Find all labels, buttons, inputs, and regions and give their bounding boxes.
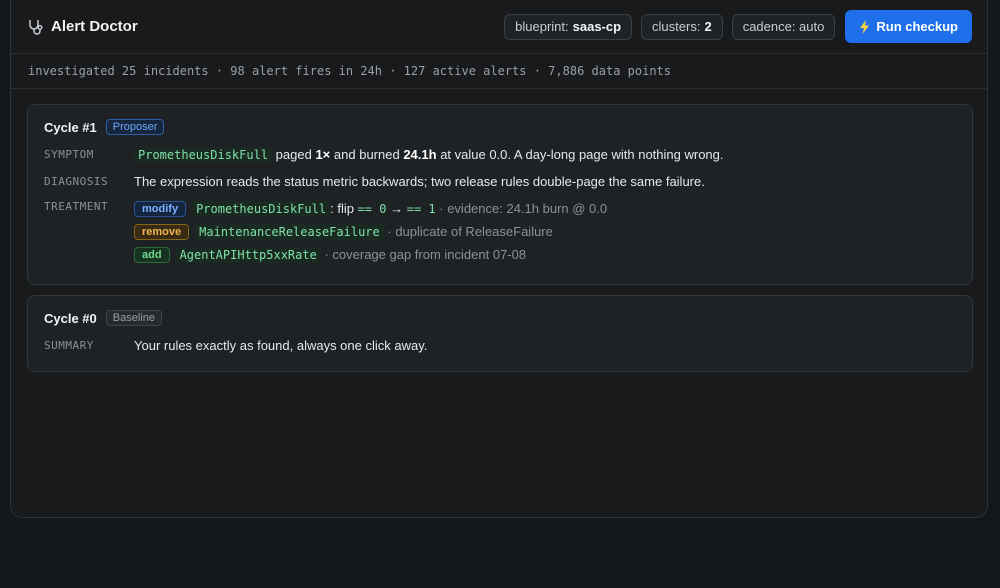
alert-doctor-panel: Alert Doctor blueprint: saas-cp clusters…: [10, 0, 988, 518]
cadence-selector[interactable]: cadence: auto: [731, 13, 836, 40]
cycle-card: Cycle #0 Baseline SUMMARY Your rules exa…: [27, 295, 973, 372]
expr-from: == 0: [357, 201, 387, 216]
cycle-card: Cycle #1 Proposer SYMPTOM PrometheusDisk…: [27, 104, 973, 285]
expr-to: == 1: [406, 201, 436, 216]
treatment-label: TREATMENT: [44, 200, 109, 213]
symptom-part: paged: [275, 147, 312, 162]
baseline-badge: Baseline: [105, 310, 162, 326]
diagnosis-text: The expression reads the status metric b…: [134, 174, 705, 189]
clusters-value: 2: [704, 19, 712, 34]
arrow-icon: →: [390, 201, 404, 216]
treatment-note: · coverage gap from incident 07-08: [324, 247, 527, 262]
burn-duration: 24.1h: [403, 147, 437, 162]
app-title: Alert Doctor: [51, 18, 138, 35]
diagnosis-label: DIAGNOSIS: [44, 175, 109, 188]
lightning-icon: [859, 19, 870, 34]
diagnosis-row: DIAGNOSIS The expression reads the statu…: [44, 174, 972, 189]
rule-name: AgentAPIHttp5xxRate: [175, 246, 321, 263]
treatment-item: add AgentAPIHttp5xxRate · coverage gap f…: [134, 243, 607, 266]
treatment-note: · evidence: 24.1h burn @ 0.0: [439, 201, 608, 216]
treatment-text: : flip: [330, 201, 354, 216]
page-count: 1×: [315, 147, 331, 162]
symptom-label: SYMPTOM: [44, 148, 94, 161]
cycle-title: Cycle #0: [44, 310, 97, 326]
header-bar: Alert Doctor blueprint: saas-cp clusters…: [11, 0, 987, 54]
run-checkup-button[interactable]: Run checkup: [845, 10, 972, 43]
stats-bar: investigated 25 incidents · 98 alert fir…: [11, 54, 987, 89]
summary-row: SUMMARY Your rules exactly as found, alw…: [44, 338, 972, 353]
clusters-label: clusters:: [652, 19, 701, 34]
summary-text: Your rules exactly as found, always one …: [134, 338, 428, 353]
treatment-list: modify PrometheusDiskFull : flip == 0 → …: [134, 197, 607, 266]
treatment-item: modify PrometheusDiskFull : flip == 0 → …: [134, 197, 607, 220]
run-checkup-label: Run checkup: [876, 19, 958, 34]
rule-name: PrometheusDiskFull: [192, 200, 331, 217]
clusters-selector[interactable]: clusters: 2: [641, 13, 723, 40]
symptom-part: and burned: [333, 147, 400, 162]
brand: Alert Doctor: [27, 18, 495, 36]
add-badge[interactable]: add: [134, 246, 170, 263]
treatment-item: remove MaintenanceReleaseFailure · dupli…: [134, 220, 607, 243]
cycle-title: Cycle #1: [44, 119, 97, 135]
cadence-label: cadence: auto: [742, 19, 825, 34]
proposer-badge: Proposer: [105, 119, 165, 135]
blueprint-selector[interactable]: blueprint: saas-cp: [504, 13, 633, 40]
symptom-text: PrometheusDiskFull paged 1× and burned 2…: [134, 147, 724, 163]
modify-badge[interactable]: modify: [134, 200, 187, 217]
symptom-part: at value 0.0. A day-long page with nothi…: [440, 147, 724, 162]
stethoscope-icon: [27, 18, 45, 36]
blueprint-value: saas-cp: [572, 19, 622, 34]
remove-badge[interactable]: remove: [134, 223, 190, 240]
treatment-row: TREATMENT modify PrometheusDiskFull : fl…: [44, 197, 972, 266]
symptom-row: SYMPTOM PrometheusDiskFull paged 1× and …: [44, 147, 972, 163]
rule-name: PrometheusDiskFull: [134, 147, 273, 163]
summary-label: SUMMARY: [44, 339, 94, 352]
treatment-note: · duplicate of ReleaseFailure: [387, 224, 553, 239]
blueprint-label: blueprint:: [515, 19, 569, 34]
rule-name: MaintenanceReleaseFailure: [195, 223, 384, 240]
